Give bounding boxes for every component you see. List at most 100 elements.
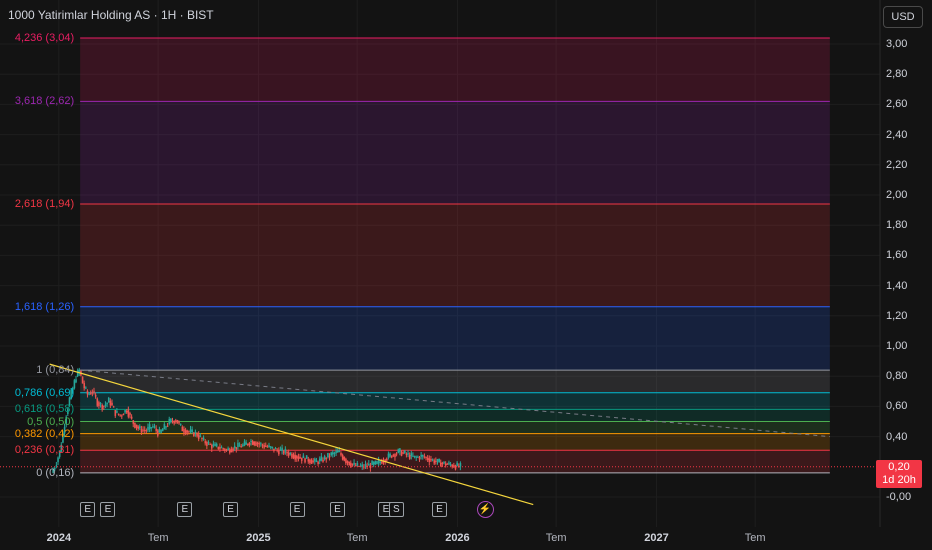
earnings-event-icon[interactable]: E xyxy=(289,502,305,517)
currency-button[interactable]: USD xyxy=(883,6,923,28)
candle-body xyxy=(333,452,336,454)
candle-body xyxy=(150,427,153,429)
candle-body xyxy=(381,461,383,464)
candle-body xyxy=(413,455,416,458)
candle-body xyxy=(451,464,454,468)
candle-body xyxy=(86,390,89,395)
candle-body xyxy=(71,387,74,394)
candle-body xyxy=(209,444,211,446)
candle-body xyxy=(332,452,334,455)
candle-body xyxy=(399,448,401,453)
candle-body xyxy=(96,398,99,406)
candle-body xyxy=(63,427,66,434)
events-row: E E E E E E E S E ⚡ xyxy=(0,500,880,522)
candle-body xyxy=(142,429,144,431)
candle-body xyxy=(310,460,313,464)
candle-body xyxy=(111,402,113,406)
chart-title: 1000 Yatirimlar Holding AS · 1H · BIST xyxy=(8,8,214,22)
candle-body xyxy=(178,422,180,424)
candle-body xyxy=(300,457,303,461)
candle-body xyxy=(268,445,270,447)
candle-body xyxy=(372,462,375,465)
earnings-event-icon[interactable]: E xyxy=(329,502,345,517)
candle-body xyxy=(186,430,189,433)
candle-body xyxy=(106,402,108,405)
candle-body xyxy=(107,397,110,403)
candle-body xyxy=(179,423,182,425)
candle-body xyxy=(58,450,61,457)
candle-body xyxy=(364,464,367,467)
candle-body xyxy=(114,410,117,416)
candle-body xyxy=(443,461,445,464)
candle-body xyxy=(402,452,404,454)
candle-body xyxy=(386,458,388,461)
candle-body xyxy=(135,424,138,429)
candle-body xyxy=(143,429,146,431)
candle-body xyxy=(173,420,175,424)
last-price-value: 0,20 xyxy=(888,460,910,473)
candle-body xyxy=(260,443,262,445)
candle-body xyxy=(104,404,107,406)
candle-body xyxy=(245,442,247,445)
candle-body xyxy=(201,437,203,439)
candle-body xyxy=(390,455,393,458)
candle-body xyxy=(395,453,398,455)
candle-body xyxy=(456,462,458,466)
candle-body xyxy=(129,413,131,415)
candle-body xyxy=(117,413,120,415)
candle-body xyxy=(220,447,223,449)
fib-band xyxy=(80,409,830,422)
candle-body xyxy=(230,448,233,453)
candle-body xyxy=(165,426,167,428)
earnings-event-icon[interactable]: S xyxy=(388,502,404,517)
candle-body xyxy=(418,457,421,460)
candle-body xyxy=(228,449,231,453)
candle-body xyxy=(305,455,308,459)
candle-body xyxy=(289,453,292,455)
candle-body xyxy=(211,445,213,449)
candle-body xyxy=(309,459,311,463)
fib-band xyxy=(80,392,830,410)
candle-body xyxy=(98,402,100,407)
candle-body xyxy=(170,418,172,423)
fibonacci-retracement[interactable] xyxy=(80,37,830,474)
candle-body xyxy=(327,452,329,458)
candle-body xyxy=(215,443,218,447)
earnings-event-icon[interactable]: E xyxy=(431,502,447,517)
candle-body xyxy=(243,441,246,446)
candle-body xyxy=(353,462,355,465)
candle-body xyxy=(318,458,321,462)
candle-body xyxy=(435,460,437,462)
candle-body xyxy=(91,392,94,394)
earnings-event-icon[interactable]: E xyxy=(223,502,239,517)
earnings-event-icon[interactable]: E xyxy=(100,502,116,517)
earnings-event-icon[interactable]: E xyxy=(80,502,96,517)
candle-body xyxy=(140,429,143,433)
candle-body xyxy=(88,393,90,395)
candle-body xyxy=(358,466,360,468)
candle-body xyxy=(323,456,326,460)
candle-body xyxy=(340,452,342,456)
earnings-event-icon[interactable]: E xyxy=(177,502,193,517)
price-chart[interactable] xyxy=(0,0,932,550)
candle-body xyxy=(52,469,54,473)
candle-body xyxy=(430,459,432,461)
last-price-badge: 0,20 1d 20h xyxy=(876,459,922,488)
candle-body xyxy=(356,462,359,466)
candle-body xyxy=(410,453,413,456)
candle-body xyxy=(273,448,275,451)
candle-body xyxy=(444,463,447,466)
candle-body xyxy=(454,465,457,470)
candle-body xyxy=(281,447,283,451)
candle-body xyxy=(343,456,346,461)
candle-body xyxy=(449,464,452,466)
candle-body xyxy=(361,464,364,467)
candle-body xyxy=(263,445,265,448)
candle-body xyxy=(286,451,288,454)
candle-body xyxy=(93,391,95,393)
candle-body xyxy=(296,455,298,459)
candle-body xyxy=(328,456,331,458)
candle-body xyxy=(346,460,349,463)
split-event-icon[interactable]: ⚡ xyxy=(476,501,494,518)
candle-body xyxy=(94,394,97,397)
